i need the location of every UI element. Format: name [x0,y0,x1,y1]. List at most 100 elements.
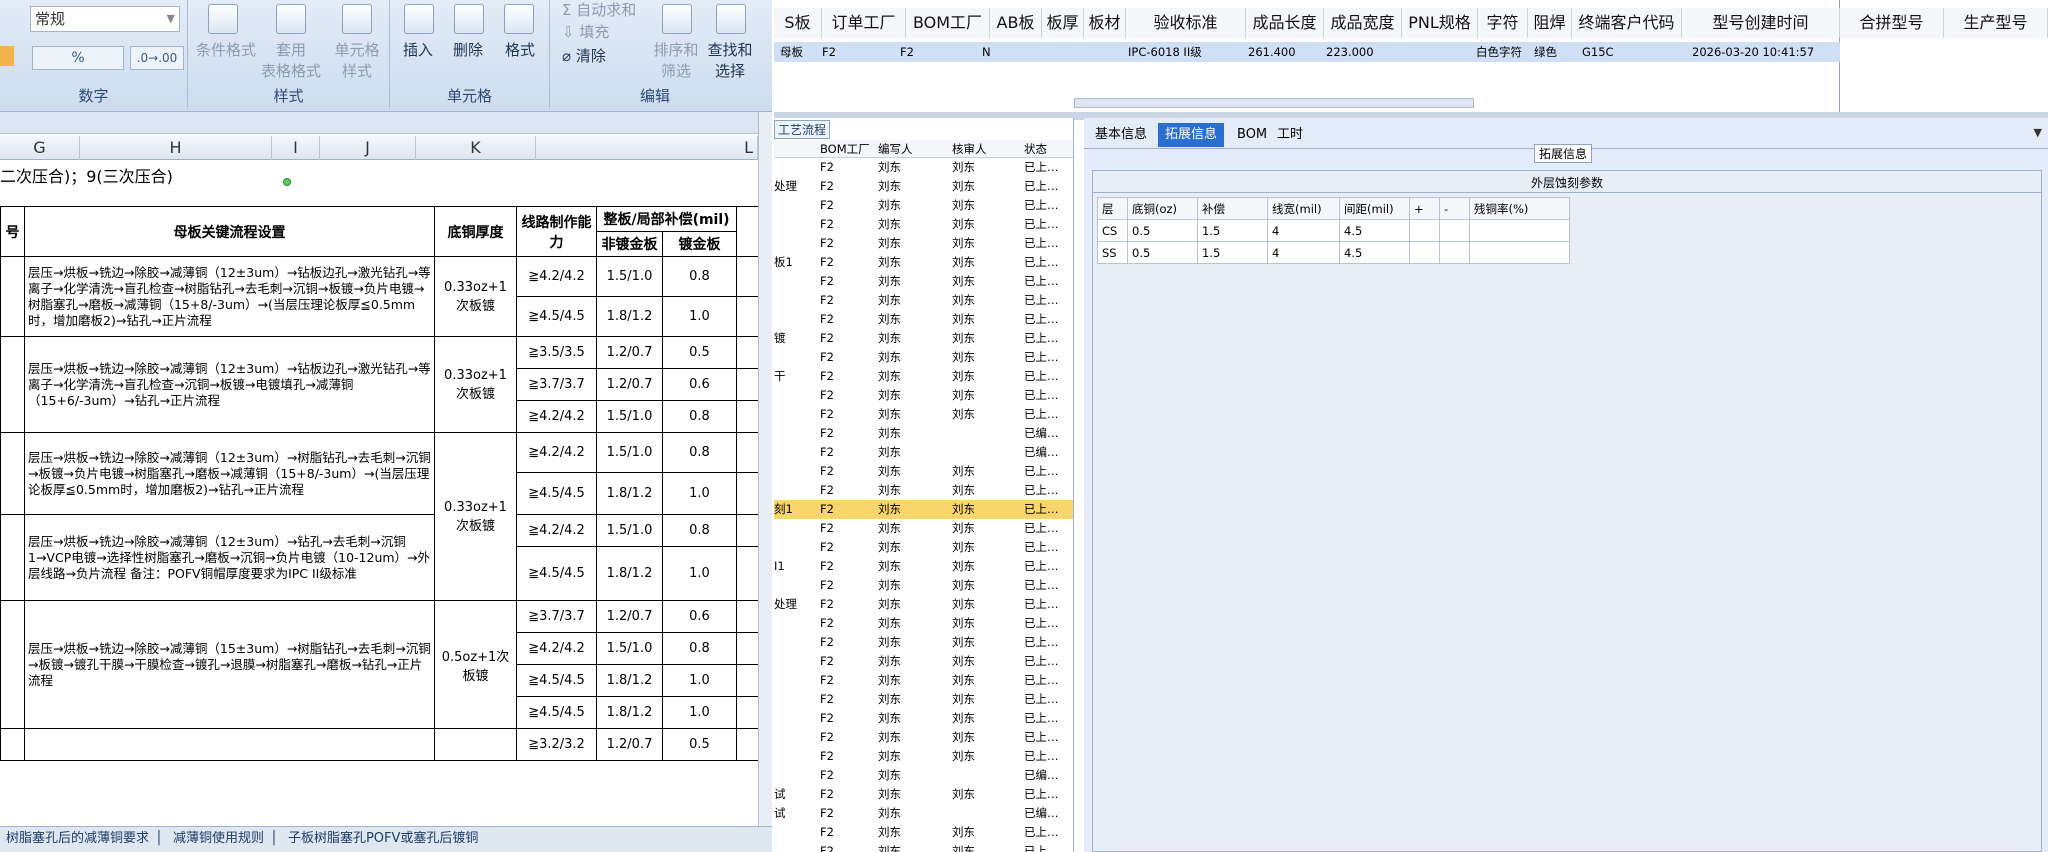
list-item[interactable]: 刻1 F2 刘东 刘东 已上… [774,500,1073,519]
col-bom-factory[interactable]: BOM工厂 [906,8,990,38]
list-item[interactable]: F2 刘东 刘东 已上… [774,291,1073,310]
col-header-g[interactable]: G [0,136,80,160]
table-row[interactable]: SS 0.5 1.5 4 4.5 [1097,241,1570,264]
list-item[interactable]: F2 刘东 刘东 已上… [774,671,1073,690]
list-item[interactable]: F2 刘东 刘东 已上… [774,633,1073,652]
sort-filter-button[interactable]: 排序和 筛选 [650,40,702,82]
table-cell[interactable] [1439,241,1470,264]
percent-button[interactable]: % [32,46,124,70]
cell-style-icon[interactable] [342,4,372,34]
table-cell[interactable]: 4 [1267,241,1340,264]
table-cell[interactable]: 1.5 [1197,241,1268,264]
col-thickness[interactable]: 板厚 [1042,8,1084,38]
col-char[interactable]: 字符 [1478,8,1528,38]
list-item[interactable]: F2 刘东 刘东 已上… [774,386,1073,405]
list-item[interactable]: F2 刘东 刘东 已上… [774,519,1073,538]
table-cell[interactable]: 4 [1267,219,1340,242]
formula-bar[interactable] [0,112,772,134]
list-item[interactable]: F2 刘东 刘东 已上… [774,310,1073,329]
tab-bom[interactable]: BOM [1230,123,1274,147]
col-header-l[interactable]: L [536,136,758,160]
decimal-icon[interactable]: .0→.00 [130,46,184,70]
col-reviewer[interactable]: 核审人 [952,140,987,158]
find-select-button[interactable]: 查找和 选择 [702,40,758,82]
table-cell[interactable] [1469,241,1570,264]
tab-extended-info[interactable]: 拓展信息 [1158,123,1225,147]
list-item[interactable]: 干 F2 刘东 刘东 已上… [774,367,1073,386]
table-cell[interactable] [1409,219,1440,242]
tab-hours[interactable]: 工时 [1270,123,1310,147]
table-row[interactable]: 母板 F2 F2 N IPC-6018 II级 261.400 223.000 … [774,42,1840,62]
list-item[interactable]: F2 刘东 已编… [774,424,1073,443]
table-cell[interactable] [1409,241,1440,264]
sheet-tab[interactable]: 树脂塞孔后的减薄铜要求 [0,831,155,846]
col-ab-board[interactable]: AB板 [990,8,1042,38]
list-item[interactable]: F2 刘东 刘东 已上… [774,462,1073,481]
insert-icon[interactable] [404,4,434,34]
rotate-handle-icon[interactable] [283,178,291,186]
list-item[interactable]: F2 刘东 已编… [774,766,1073,785]
sort-filter-icon[interactable] [662,4,692,34]
chevron-down-icon[interactable]: ▼ [2034,126,2042,139]
list-item[interactable]: F2 刘东 刘东 已上… [774,728,1073,747]
conditional-format-icon[interactable] [208,4,238,34]
autosum-button[interactable]: Σ 自动求和 [562,0,636,21]
col-header-k[interactable]: K [416,136,536,160]
col-bom[interactable]: BOM工厂 [820,140,870,158]
col-pnl[interactable]: PNL规格 [1402,8,1478,38]
delete-icon[interactable] [454,4,484,34]
list-item[interactable]: F2 刘东 刘东 已上… [774,576,1073,595]
table-cell[interactable]: 4.5 [1339,219,1410,242]
list-item[interactable]: F2 刘东 刘东 已上… [774,215,1073,234]
table-row[interactable]: CS 0.5 1.5 4 4.5 [1097,219,1570,242]
list-item[interactable]: F2 刘东 刘东 已上… [774,614,1073,633]
col-header-i[interactable]: I [272,136,320,160]
format-icon[interactable] [504,4,534,34]
col-status[interactable]: 状态 [1024,140,1047,158]
table-cell[interactable]: 0.5 [1127,219,1198,242]
fill-button[interactable]: ⇩ 填充 [562,22,609,43]
col-writer[interactable]: 编写人 [878,140,913,158]
col-material[interactable]: 板材 [1084,8,1126,38]
list-item[interactable]: F2 刘东 刘东 已上… [774,348,1073,367]
list-item[interactable]: F2 刘东 刘东 已上… [774,652,1073,671]
list-item[interactable]: F2 刘东 刘东 已上… [774,272,1073,291]
col-merge-model[interactable]: 合拼型号 [1840,8,1944,38]
list-item[interactable]: 板1 F2 刘东 刘东 已上… [774,253,1073,272]
list-item[interactable]: F2 刘东 刘东 已上… [774,842,1073,852]
list-item[interactable]: 处理 F2 刘东 刘东 已上… [774,177,1073,196]
list-item[interactable]: F2 刘东 已编… [774,443,1073,462]
col-length[interactable]: 成品长度 [1246,8,1324,38]
table-cell[interactable]: SS [1097,241,1128,264]
vertical-scrollbar[interactable] [758,112,772,842]
insert-button[interactable]: 插入 [392,40,444,61]
delete-button[interactable]: 删除 [442,40,494,61]
table-cell[interactable]: 0.5 [1127,241,1198,264]
table-cell[interactable] [1469,219,1570,242]
list-item[interactable]: F2 刘东 刘东 已上… [774,234,1073,253]
col-customer-code[interactable]: 终端客户代码 [1572,8,1682,38]
col-width[interactable]: 成品宽度 [1324,8,1402,38]
list-item[interactable]: F2 刘东 刘东 已上… [774,538,1073,557]
table-cell[interactable] [1439,219,1470,242]
list-item[interactable]: I1 F2 刘东 刘东 已上… [774,557,1073,576]
list-item[interactable]: F2 刘东 刘东 已上… [774,709,1073,728]
list-item[interactable]: 试 F2 刘东 已编… [774,804,1073,823]
col-standard[interactable]: 验收标准 [1126,8,1246,38]
cell-style-button[interactable]: 单元格 样式 [324,40,390,82]
list-item[interactable]: F2 刘东 刘东 已上… [774,158,1073,177]
format-button[interactable]: 格式 [494,40,546,61]
binoculars-icon[interactable] [716,4,746,34]
list-item[interactable]: F2 刘东 刘东 已上… [774,481,1073,500]
list-item[interactable]: F2 刘东 刘东 已上… [774,405,1073,424]
table-cell[interactable]: 1.5 [1197,219,1268,242]
table-format-icon[interactable] [276,4,306,34]
list-item[interactable]: 镀 F2 刘东 刘东 已上… [774,329,1073,348]
table-cell[interactable]: 4.5 [1339,241,1410,264]
tab-basic-info[interactable]: 基本信息 [1088,123,1154,147]
spreadsheet-body[interactable]: 二次压合)；9(三次压合) 号母板关键流程设置 底铜厚度 线路制作能力 整板/局部补偿… [0,160,760,825]
col-order-factory[interactable]: 订单工厂 [822,8,906,38]
list-item[interactable]: 处理 F2 刘东 刘东 已上… [774,595,1073,614]
list-item[interactable]: F2 刘东 刘东 已上… [774,823,1073,842]
table-cell[interactable]: CS [1097,219,1128,242]
